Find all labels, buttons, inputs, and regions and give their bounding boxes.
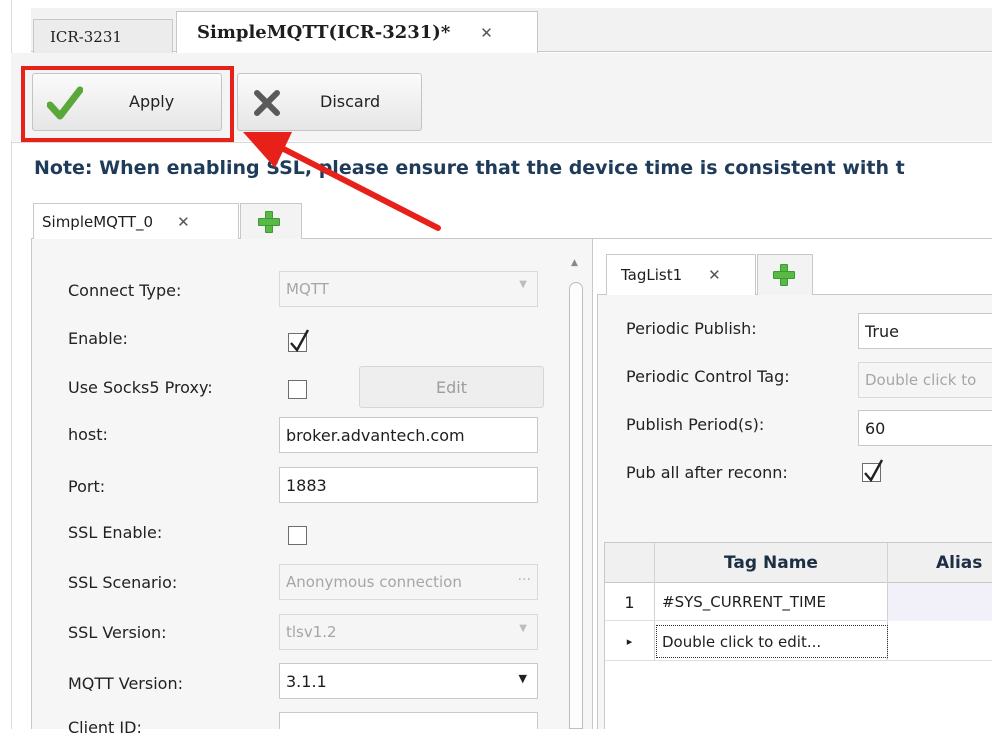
annotation-arrow: [243, 132, 441, 231]
